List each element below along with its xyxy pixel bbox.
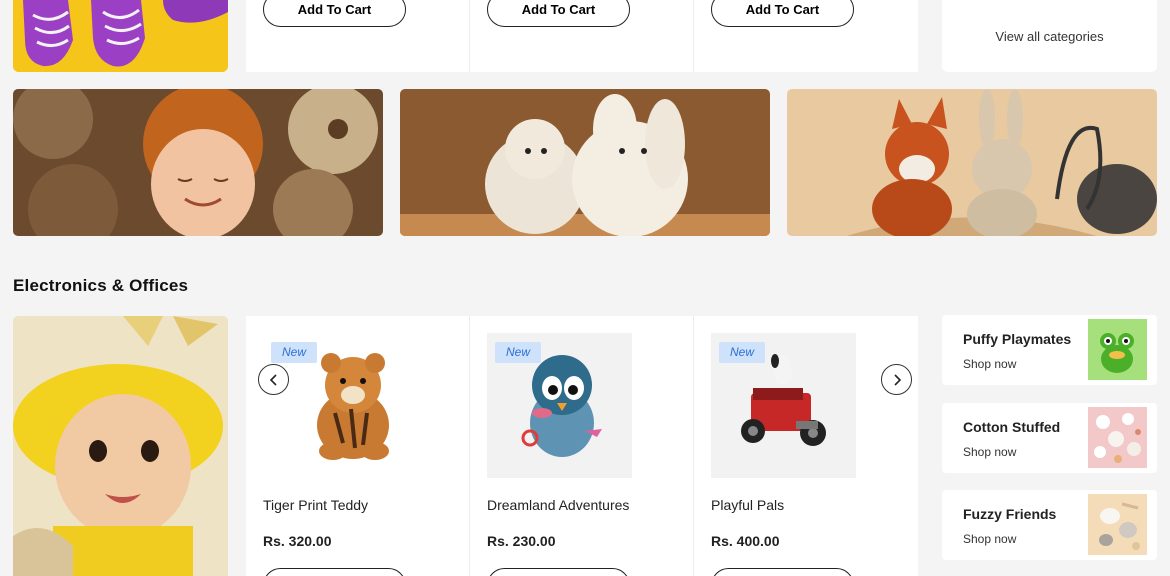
add-to-cart-button[interactable]: Add To Cart bbox=[263, 0, 406, 27]
top-product-card: Add To Cart bbox=[246, 0, 470, 72]
top-product-row: Add To Cart Add To Cart Add To Cart bbox=[246, 0, 918, 72]
top-product-card: Add To Cart bbox=[470, 0, 694, 72]
new-badge: New bbox=[495, 342, 542, 363]
banner-child-teddies[interactable] bbox=[13, 89, 383, 236]
banner-white-teddies[interactable] bbox=[400, 89, 770, 236]
product-card[interactable]: New Dreamland Adventures Rs. 230.00 bbox=[470, 316, 694, 576]
side-category-card[interactable]: Fuzzy Friends Shop now bbox=[942, 490, 1157, 560]
baby-promo-image[interactable] bbox=[13, 316, 228, 576]
shop-now-link[interactable]: Shop now bbox=[963, 445, 1016, 459]
shop-now-link[interactable]: Shop now bbox=[963, 532, 1016, 546]
add-to-cart-button[interactable]: Add To Cart bbox=[711, 0, 854, 27]
cotton-toys-thumbnail bbox=[1088, 407, 1147, 468]
side-category-title[interactable]: Fuzzy Friends bbox=[963, 506, 1056, 522]
fuzzy-toys-thumbnail bbox=[1088, 494, 1147, 555]
product-card[interactable]: New Tiger Print Teddy Rs. 320.00 bbox=[246, 316, 470, 576]
carousel-next-button[interactable] bbox=[881, 364, 912, 395]
product-image[interactable]: New bbox=[263, 333, 408, 478]
banner-crochet-toys[interactable] bbox=[787, 89, 1157, 236]
chevron-right-icon bbox=[893, 373, 901, 386]
section-title: Electronics & Offices bbox=[13, 276, 189, 295]
view-all-categories-link[interactable]: View all categories bbox=[942, 0, 1157, 72]
sneakers-image bbox=[13, 0, 228, 72]
side-category-title[interactable]: Cotton Stuffed bbox=[963, 419, 1060, 435]
product-name[interactable]: Tiger Print Teddy bbox=[263, 497, 368, 513]
add-to-cart-button[interactable] bbox=[263, 568, 406, 576]
side-category-card[interactable]: Puffy Playmates Shop now bbox=[942, 315, 1157, 385]
product-carousel: New Tiger Print Teddy Rs. 320.00 New Dre… bbox=[246, 316, 918, 576]
shop-now-link[interactable]: Shop now bbox=[963, 357, 1016, 371]
new-badge: New bbox=[271, 342, 318, 363]
product-image[interactable]: New bbox=[711, 333, 856, 478]
chevron-left-icon bbox=[269, 373, 277, 386]
product-image[interactable]: New bbox=[487, 333, 632, 478]
product-card[interactable]: New Playful Pals Rs. 400.00 bbox=[694, 316, 918, 576]
product-price: Rs. 320.00 bbox=[263, 533, 332, 549]
add-to-cart-button[interactable] bbox=[487, 568, 630, 576]
top-product-card: Add To Cart bbox=[694, 0, 918, 72]
add-to-cart-button[interactable] bbox=[711, 568, 854, 576]
product-price: Rs. 400.00 bbox=[711, 533, 780, 549]
product-price: Rs. 230.00 bbox=[487, 533, 556, 549]
new-badge: New bbox=[719, 342, 766, 363]
side-category-card[interactable]: Cotton Stuffed Shop now bbox=[942, 403, 1157, 473]
side-category-title[interactable]: Puffy Playmates bbox=[963, 331, 1071, 347]
product-name[interactable]: Dreamland Adventures bbox=[487, 497, 629, 513]
frog-plush-thumbnail bbox=[1088, 319, 1147, 380]
product-name[interactable]: Playful Pals bbox=[711, 497, 784, 513]
add-to-cart-button[interactable]: Add To Cart bbox=[487, 0, 630, 27]
carousel-prev-button[interactable] bbox=[258, 364, 289, 395]
